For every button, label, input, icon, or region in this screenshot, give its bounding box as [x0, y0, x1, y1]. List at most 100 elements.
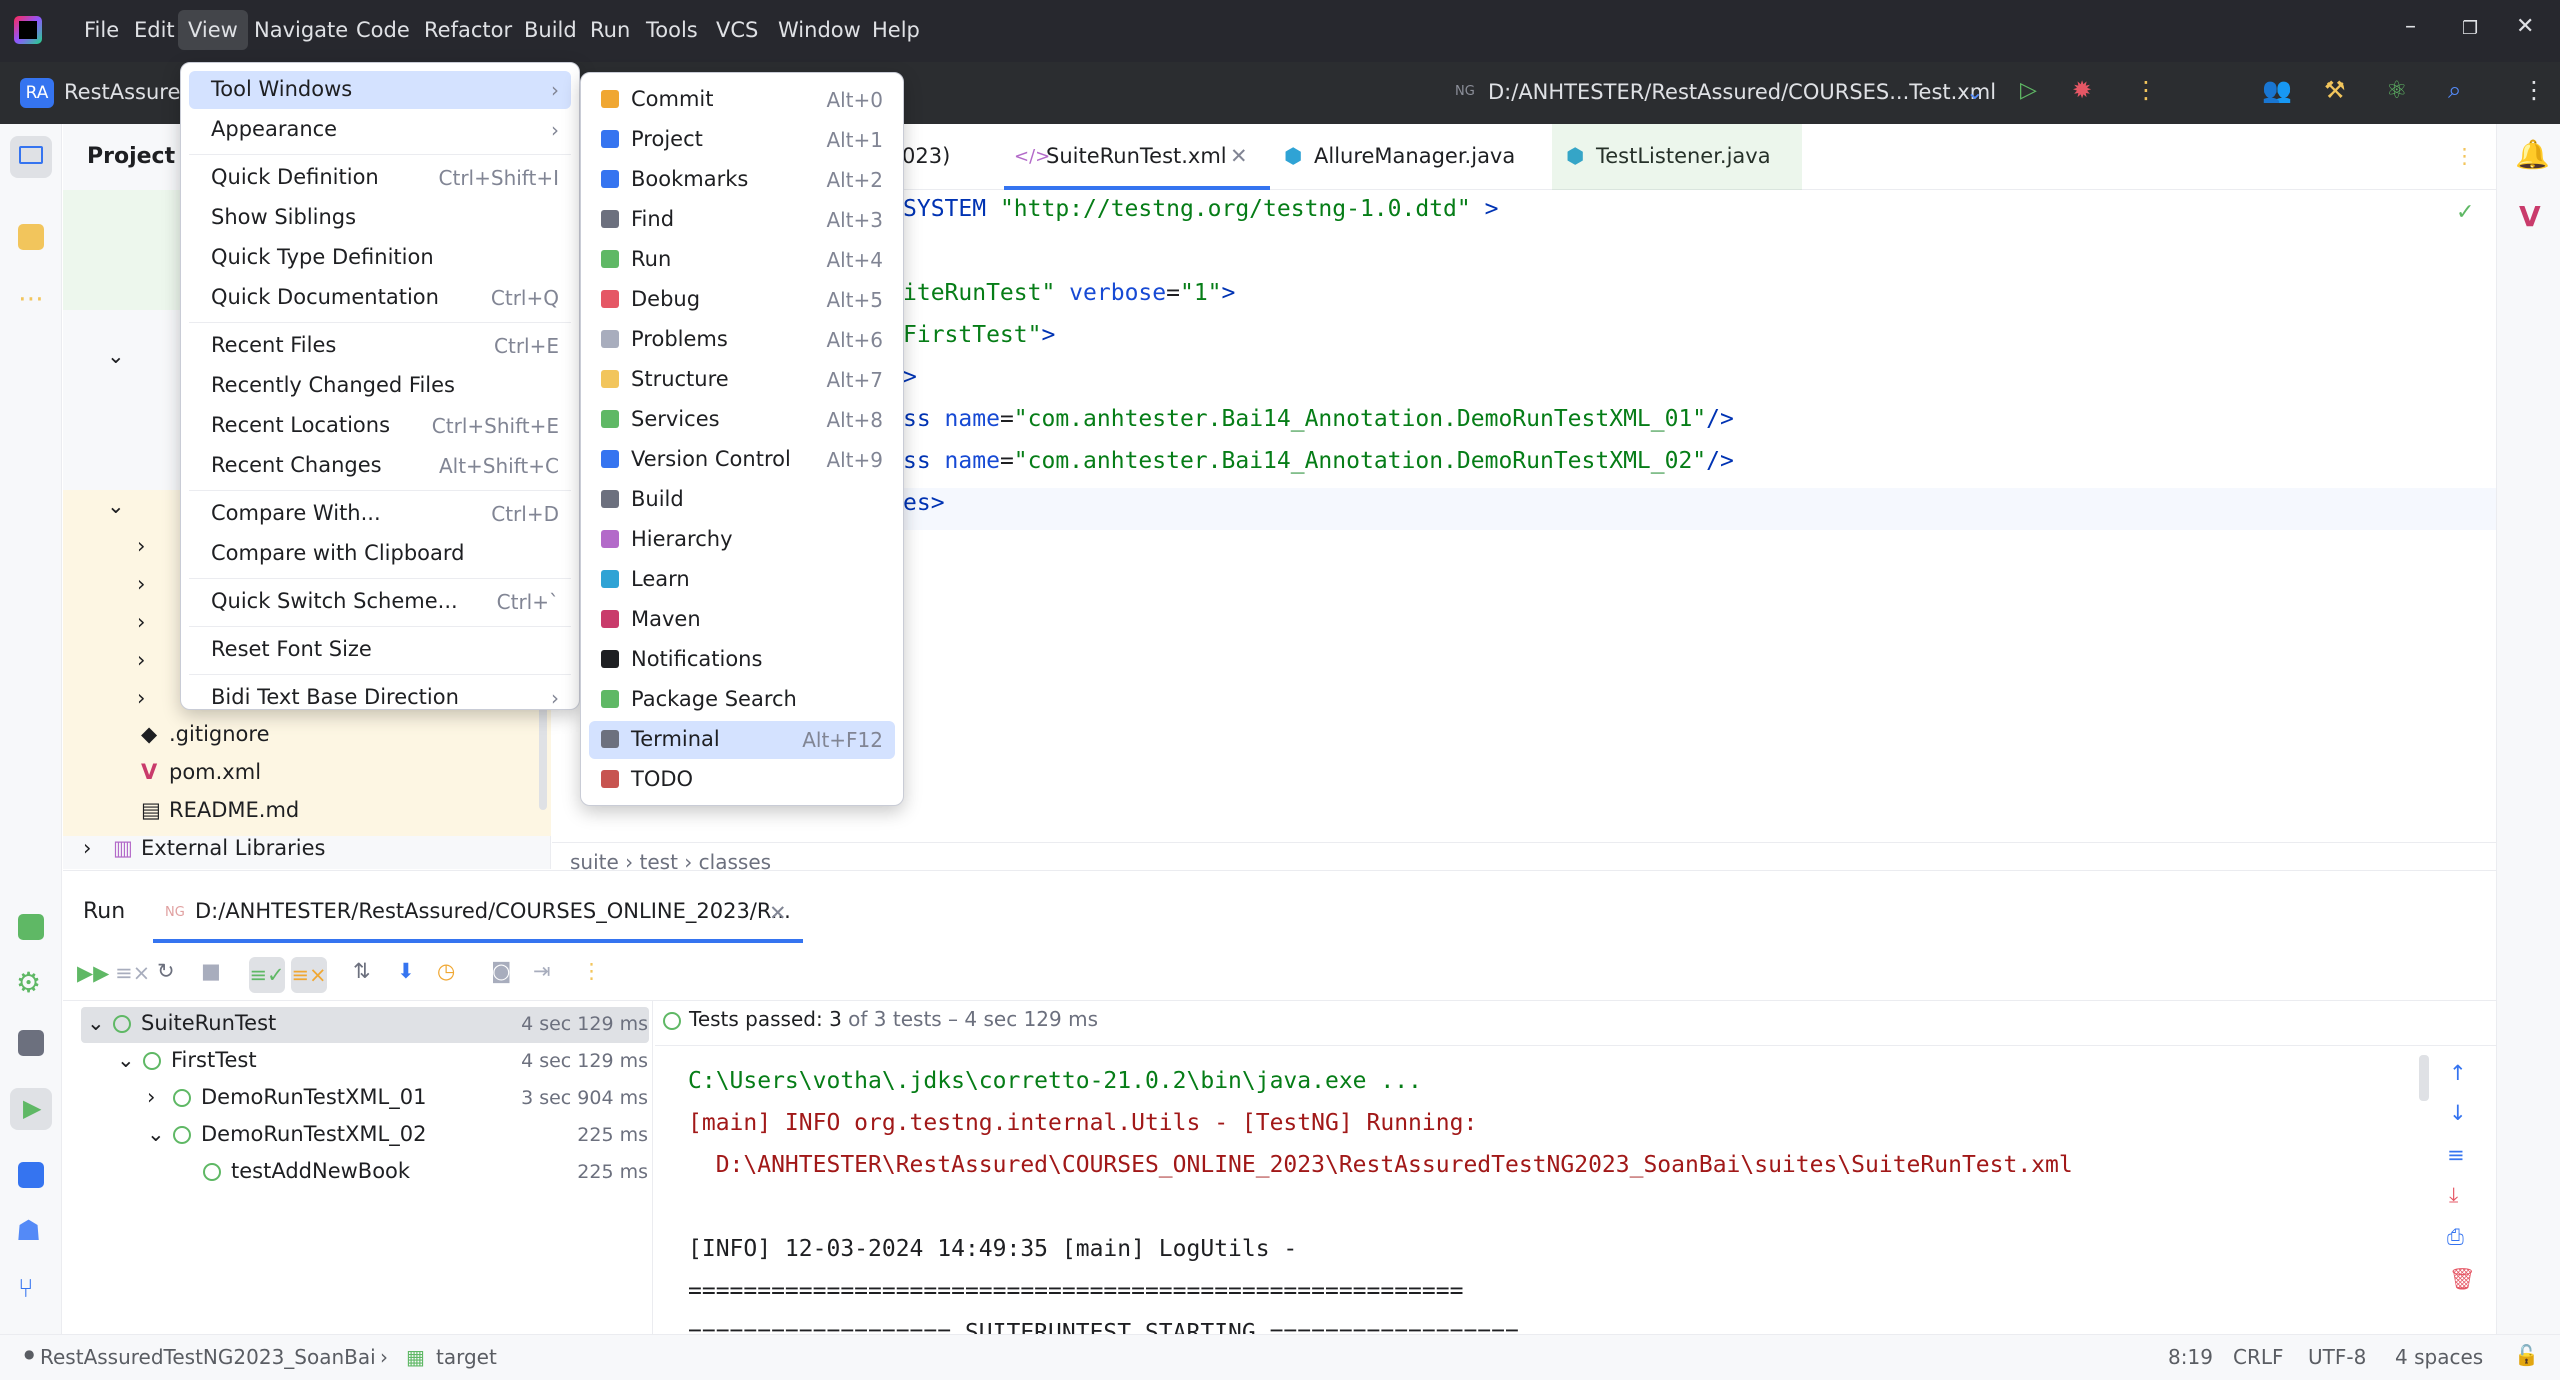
tab-allure-manager[interactable]: AllureManager.java — [1314, 144, 1515, 168]
import-tests-icon[interactable]: ⬇ — [397, 959, 415, 983]
console-scrollbar[interactable] — [2419, 1055, 2429, 1101]
rerun-failed-icon[interactable]: ≡× — [115, 961, 150, 985]
arrow-up-icon[interactable]: ↑ — [2449, 1061, 2467, 1085]
settings-more-icon[interactable]: ⋮ — [2522, 76, 2546, 104]
external-libraries[interactable]: External Libraries — [141, 836, 326, 860]
test-node-firsttest[interactable]: FirstTest — [171, 1048, 257, 1072]
view-menu-item-quick-type-definition[interactable]: Quick Type Definition — [189, 239, 571, 277]
code-with-me-icon[interactable]: 👥 — [2262, 76, 2292, 104]
menu-file[interactable]: File — [84, 18, 119, 42]
tree-arrow[interactable]: ⌄ — [117, 1048, 135, 1072]
run-more-icon[interactable]: ⋮ — [581, 959, 602, 983]
tabs-more-icon[interactable]: ⋮ — [2454, 144, 2475, 168]
tree-arrow[interactable]: › — [137, 648, 145, 672]
lock-icon[interactable]: 🔓 — [2514, 1343, 2539, 1367]
tool-window-item-package-search[interactable]: Package Search — [589, 681, 895, 719]
tool-window-item-version-control[interactable]: Version Control Alt+9 — [589, 441, 895, 479]
gitignore-file[interactable]: .gitignore — [169, 722, 270, 746]
menu-code[interactable]: Code — [356, 18, 410, 42]
menu-run[interactable]: Run — [590, 18, 630, 42]
project-badge[interactable]: RA — [20, 78, 54, 108]
tree-arrow[interactable]: › — [137, 572, 145, 596]
file-encoding[interactable]: UTF-8 — [2308, 1345, 2366, 1369]
code-line[interactable]: FirstTest"> — [903, 322, 1055, 348]
code-line[interactable]: ss name="com.anhtester.Bai14_Annotation.… — [903, 448, 1734, 474]
toggle-autotest-icon[interactable]: ↻ — [157, 959, 175, 983]
tool-window-item-learn[interactable]: Learn — [589, 561, 895, 599]
database-icon[interactable] — [18, 1030, 44, 1056]
rerun-icon[interactable]: ▶▶ — [77, 961, 109, 985]
run-panel-title[interactable]: Run — [83, 899, 125, 924]
tab-suiterun-test[interactable]: SuiteRunTest.xml — [1046, 144, 1227, 168]
view-menu-item-compare-with-clipboard[interactable]: Compare with Clipboard — [189, 535, 571, 573]
tree-arrow[interactable]: › — [147, 1085, 155, 1109]
tool-window-item-project[interactable]: Project Alt+1 — [589, 121, 895, 159]
tool-window-item-commit[interactable]: Commit Alt+0 — [589, 81, 895, 119]
show-passed-icon[interactable]: ≡✓ — [249, 957, 285, 993]
services-icon[interactable]: ⚙ — [16, 966, 41, 999]
tree-arrow[interactable]: › — [83, 836, 91, 860]
tool-window-item-terminal[interactable]: Terminal Alt+F12 — [589, 721, 895, 759]
test-node-demoruntestxml-01[interactable]: DemoRunTestXML_01 — [201, 1085, 426, 1109]
structure-tool-icon[interactable] — [18, 224, 44, 250]
tool-window-item-build[interactable]: Build — [589, 481, 895, 519]
restore-icon[interactable]: ❐ — [2462, 18, 2478, 39]
indent-setting[interactable]: 4 spaces — [2395, 1345, 2483, 1369]
notifications-icon[interactable]: 🔔 — [2515, 138, 2550, 171]
test-node-testaddnewbook[interactable]: testAddNewBook — [231, 1159, 410, 1183]
tool-window-item-maven[interactable]: Maven — [589, 601, 895, 639]
tree-arrow[interactable]: › — [137, 610, 145, 634]
status-breadcrumb-project[interactable]: RestAssuredTestNG2023_SoanBai — [40, 1345, 376, 1369]
tool-window-item-debug[interactable]: Debug Alt+5 — [589, 281, 895, 319]
code-line[interactable]: es> — [903, 490, 945, 516]
caret-position[interactable]: 8:19 — [2168, 1345, 2213, 1369]
view-menu-item-recent-locations[interactable]: Recent Locations Ctrl+Shift+E — [189, 407, 571, 445]
problems-tool-icon[interactable]: ☗ — [16, 1214, 41, 1247]
test-node-suiteruntest[interactable]: SuiteRunTest — [141, 1011, 276, 1035]
view-menu-item-show-siblings[interactable]: Show Siblings — [189, 199, 571, 237]
tool-window-item-todo[interactable]: TODO — [589, 761, 895, 799]
tree-arrow[interactable]: ⌄ — [107, 344, 125, 368]
run-tool-icon[interactable]: ▶ — [10, 1088, 52, 1130]
view-menu-item-quick-documentation[interactable]: Quick Documentation Ctrl+Q — [189, 279, 571, 317]
build-tools-icon[interactable]: ⚒ — [2324, 76, 2346, 104]
run-tab-close-icon[interactable]: ✕ — [769, 901, 787, 925]
view-menu-item-compare-with[interactable]: Compare With... Ctrl+D — [189, 495, 571, 533]
view-menu-item-appearance[interactable]: Appearance › — [189, 111, 571, 149]
menu-navigate[interactable]: Navigate — [254, 18, 348, 42]
tree-arrow[interactable]: ⌄ — [107, 494, 125, 518]
code-line[interactable]: iteRunTest" verbose="1"> — [903, 280, 1235, 306]
version-control-icon[interactable]: ⑂ — [18, 1274, 34, 1304]
tool-window-item-bookmarks[interactable]: Bookmarks Alt+2 — [589, 161, 895, 199]
search-icon[interactable]: ⌕ — [2448, 76, 2461, 104]
terminal-tool-icon[interactable] — [18, 1162, 44, 1188]
project-name[interactable]: RestAssured — [64, 80, 194, 104]
code-line[interactable]: ss name="com.anhtester.Bai14_Annotation.… — [903, 406, 1734, 432]
debug-icon[interactable]: ✹ — [2072, 76, 2092, 104]
screenshot-icon[interactable]: ◙ — [491, 959, 511, 983]
tab-partial[interactable]: 023) — [902, 144, 950, 168]
tree-arrow[interactable]: ⌄ — [87, 1011, 105, 1035]
view-menu-item-reset-font-size[interactable]: Reset Font Size — [189, 631, 571, 669]
pom-file[interactable]: pom.xml — [169, 760, 261, 784]
menu-refactor[interactable]: Refactor — [424, 18, 512, 42]
package-search-icon[interactable] — [18, 914, 44, 940]
menu-help[interactable]: Help — [872, 18, 920, 42]
tree-arrow[interactable]: › — [137, 534, 145, 558]
view-menu-item-recent-changes[interactable]: Recent Changes Alt+Shift+C — [189, 447, 571, 485]
view-menu-item-recently-changed-files[interactable]: Recently Changed Files — [189, 367, 571, 405]
tool-window-item-structure[interactable]: Structure Alt+7 — [589, 361, 895, 399]
code-line[interactable]: > — [903, 364, 917, 390]
arrow-down-icon[interactable]: ↓ — [2449, 1101, 2467, 1125]
menu-tools[interactable]: Tools — [646, 18, 698, 42]
tool-window-item-services[interactable]: Services Alt+8 — [589, 401, 895, 439]
view-menu-item-recent-files[interactable]: Recent Files Ctrl+E — [189, 327, 571, 365]
export-icon[interactable]: ⇥ — [533, 959, 551, 983]
menu-view[interactable]: View — [178, 10, 248, 50]
more-actions-icon[interactable]: ⋮ — [2134, 76, 2158, 104]
menu-window[interactable]: Window — [778, 18, 861, 42]
tab-close-icon[interactable]: ✕ — [1230, 144, 1248, 168]
tool-window-item-problems[interactable]: Problems Alt+6 — [589, 321, 895, 359]
run-tab-label[interactable]: D:/ANHTESTER/RestAssured/COURSES_ONLINE_… — [195, 899, 791, 923]
line-separator[interactable]: CRLF — [2233, 1345, 2284, 1369]
